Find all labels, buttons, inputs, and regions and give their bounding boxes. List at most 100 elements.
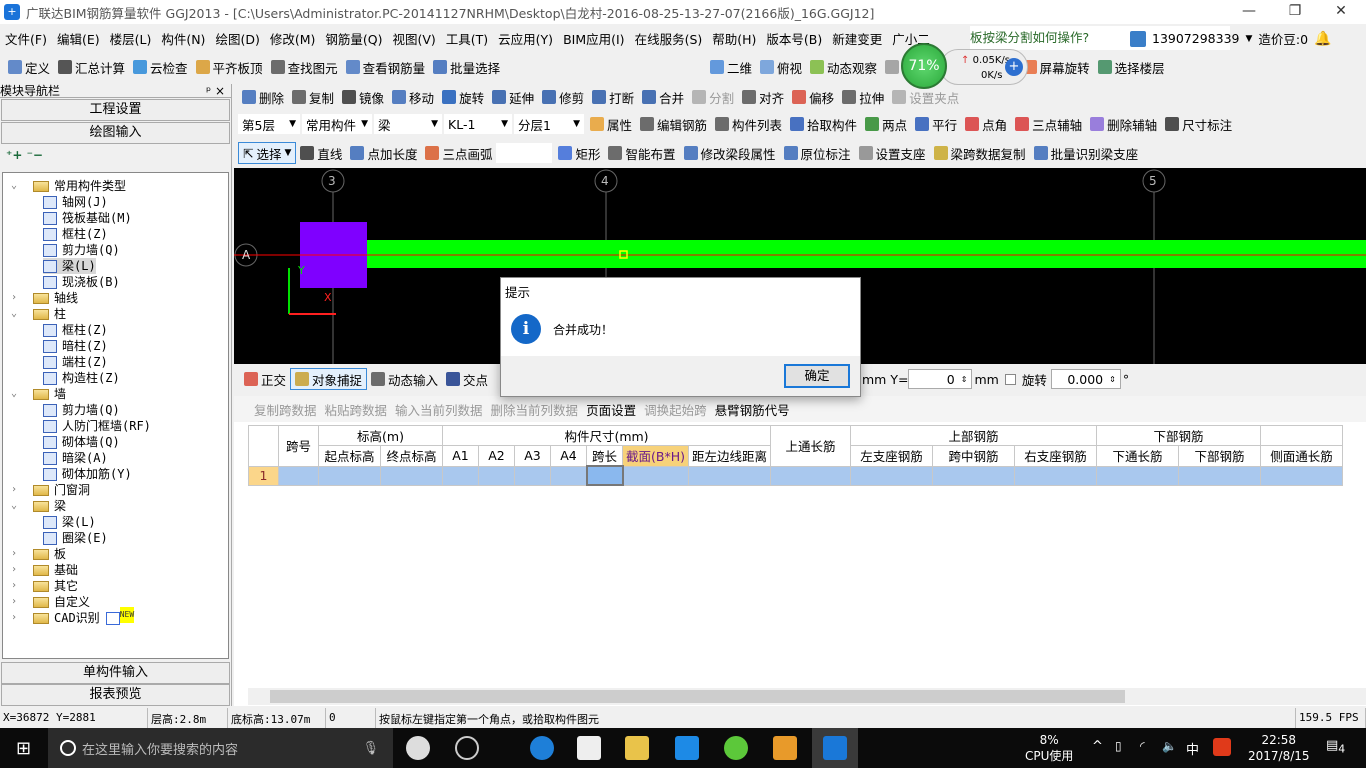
snap-button-1[interactable]: 对象捕捉 <box>290 368 368 390</box>
edit-button-9[interactable]: 分割 <box>688 88 738 107</box>
component-button-9[interactable]: 尺寸标注 <box>1161 115 1236 134</box>
tree-item[interactable]: 端柱(Z) <box>43 354 108 370</box>
tree-item[interactable]: › CAD识别 NEW <box>11 607 135 626</box>
table-cell[interactable] <box>850 465 933 486</box>
component-button-2[interactable]: 构件列表 <box>711 115 786 134</box>
tree-item[interactable]: 现浇板(B) <box>43 274 120 290</box>
nav-single-component-input[interactable]: 单构件输入 <box>1 662 230 684</box>
network-speed-gauge[interactable]: 71% <box>901 43 947 89</box>
table-tool-0[interactable]: 复制跨数据 <box>250 400 321 419</box>
pin-icon[interactable]: ᵖ <box>206 84 211 98</box>
edge-icon[interactable] <box>530 736 554 760</box>
edit-button-7[interactable]: 打断 <box>588 88 638 107</box>
table-row[interactable]: 1 <box>248 465 1343 486</box>
battery-icon[interactable]: ▯ <box>1115 739 1122 753</box>
beam-kl1[interactable] <box>367 240 1366 268</box>
restore-button[interactable]: ❐ <box>1272 0 1318 22</box>
chevron-down-icon[interactable]: ⌄ <box>11 178 21 194</box>
snap-button-2[interactable]: 动态输入 <box>367 370 442 389</box>
draw-button-1[interactable]: 点加长度 <box>346 144 421 163</box>
table-tool-6[interactable]: 悬臂钢筋代号 <box>711 400 794 419</box>
draw-button-6[interactable]: 原位标注 <box>780 144 855 163</box>
rotate-checkbox[interactable] <box>1004 373 1016 385</box>
component-button-6[interactable]: 点角 <box>961 115 1011 134</box>
main-button-2[interactable]: 云检查 <box>129 58 192 77</box>
edit-button-4[interactable]: 旋转 <box>438 88 488 107</box>
table-tool-3[interactable]: 删除当前列数据 <box>487 400 583 419</box>
active-app-ggj[interactable] <box>812 728 858 768</box>
menu-item-14[interactable]: 新建变更 <box>827 29 887 48</box>
menu-item-10[interactable]: BIM应用(I) <box>558 29 630 48</box>
microphone-icon[interactable]: 🎙 <box>362 741 379 756</box>
chevron-down-icon[interactable]: ▼ <box>1245 34 1252 44</box>
menu-item-13[interactable]: 版本号(B) <box>761 29 827 48</box>
view-button-2[interactable]: 动态观察 <box>806 58 881 77</box>
menu-item-2[interactable]: 楼层(L) <box>105 29 157 48</box>
tree-item[interactable]: 砌体加筋(Y) <box>43 466 132 482</box>
chevron-down-icon[interactable]: ⌄ <box>11 498 21 514</box>
clock[interactable]: 22:58 2017/8/15 <box>1248 732 1310 764</box>
snap-button-3[interactable]: 交点 <box>442 370 492 389</box>
menu-item-3[interactable]: 构件(N) <box>156 29 210 48</box>
rotate-input[interactable]: 0.000 ⇕ <box>1050 369 1121 389</box>
table-cell[interactable] <box>1178 465 1261 486</box>
tree-item[interactable]: 暗柱(Z) <box>43 338 108 354</box>
notification-icon[interactable]: ▤4 <box>1326 738 1345 756</box>
table-cell[interactable] <box>550 465 587 486</box>
component-button-1[interactable]: 编辑钢筋 <box>636 115 711 134</box>
table-cell[interactable] <box>687 465 772 486</box>
table-cell[interactable] <box>478 465 515 486</box>
view-button-1[interactable]: 俯视 <box>756 58 806 77</box>
table-cell[interactable] <box>622 465 689 486</box>
nav-report-preview[interactable]: 报表预览 <box>1 684 230 706</box>
tree-item[interactable]: 梁(L) <box>43 258 96 274</box>
menu-item-0[interactable]: 文件(F) <box>0 29 52 48</box>
view-button-7[interactable]: 选择楼层 <box>1094 58 1169 77</box>
component-button-0[interactable]: 属性 <box>586 115 636 134</box>
menu-item-8[interactable]: 工具(T) <box>441 29 493 48</box>
chevron-up-icon[interactable]: ^ <box>1092 739 1103 754</box>
table-tool-2[interactable]: 输入当前列数据 <box>391 400 487 419</box>
bell-icon[interactable]: 🔔 <box>1314 31 1331 47</box>
menu-item-5[interactable]: 修改(M) <box>265 29 321 48</box>
edit-button-3[interactable]: 移动 <box>388 88 438 107</box>
expand-all-icon[interactable]: ⁺+ <box>6 148 22 162</box>
tree-item[interactable]: › 其它 <box>11 578 78 594</box>
main-button-0[interactable]: 定义 <box>4 58 54 77</box>
table-cell[interactable] <box>1096 465 1179 486</box>
draw-button-7[interactable]: 设置支座 <box>855 144 930 163</box>
file-explorer-icon[interactable] <box>625 736 649 760</box>
component-button-7[interactable]: 三点辅轴 <box>1011 115 1086 134</box>
tree-item[interactable]: 框柱(Z) <box>43 226 108 242</box>
nav-project-settings[interactable]: 工程设置 <box>1 99 230 121</box>
close-icon[interactable]: × <box>215 84 225 98</box>
chevron-right-icon[interactable]: › <box>11 290 21 306</box>
chevron-right-icon[interactable]: › <box>11 578 21 594</box>
edit-button-13[interactable]: 设置夹点 <box>888 88 963 107</box>
snap-button-0[interactable]: 正交 <box>240 370 290 389</box>
edit-button-12[interactable]: 拉伸 <box>838 88 888 107</box>
main-button-4[interactable]: 查找图元 <box>267 58 342 77</box>
horizontal-scrollbar[interactable] <box>248 688 1366 705</box>
close-button[interactable]: ✕ <box>1318 0 1364 22</box>
edit-button-6[interactable]: 修剪 <box>538 88 588 107</box>
edit-button-8[interactable]: 合并 <box>638 88 688 107</box>
edit-button-5[interactable]: 延伸 <box>488 88 538 107</box>
chevron-down-icon[interactable]: ⌄ <box>11 306 21 322</box>
edit-button-0[interactable]: 删除 <box>238 88 288 107</box>
menu-item-11[interactable]: 在线服务(S) <box>630 29 708 48</box>
component-name-select[interactable]: KL-1 ▼ <box>444 114 512 134</box>
chevron-right-icon[interactable]: › <box>11 562 21 578</box>
table-cell[interactable] <box>770 465 851 486</box>
tree-item[interactable]: 构造柱(Z) <box>43 370 120 386</box>
table-tool-5[interactable]: 调换起始跨 <box>640 400 711 419</box>
add-icon[interactable]: + <box>1005 58 1023 76</box>
account-phone[interactable]: 13907298339 <box>1152 31 1239 46</box>
type-select[interactable]: 梁 ▼ <box>374 114 442 134</box>
table-cell[interactable] <box>1260 465 1343 486</box>
chevron-right-icon[interactable]: › <box>11 482 21 498</box>
table-cell[interactable] <box>318 465 381 486</box>
taskview-icon[interactable] <box>406 736 430 760</box>
chevron-right-icon[interactable]: › <box>11 594 21 610</box>
chevron-right-icon[interactable]: › <box>11 546 21 562</box>
